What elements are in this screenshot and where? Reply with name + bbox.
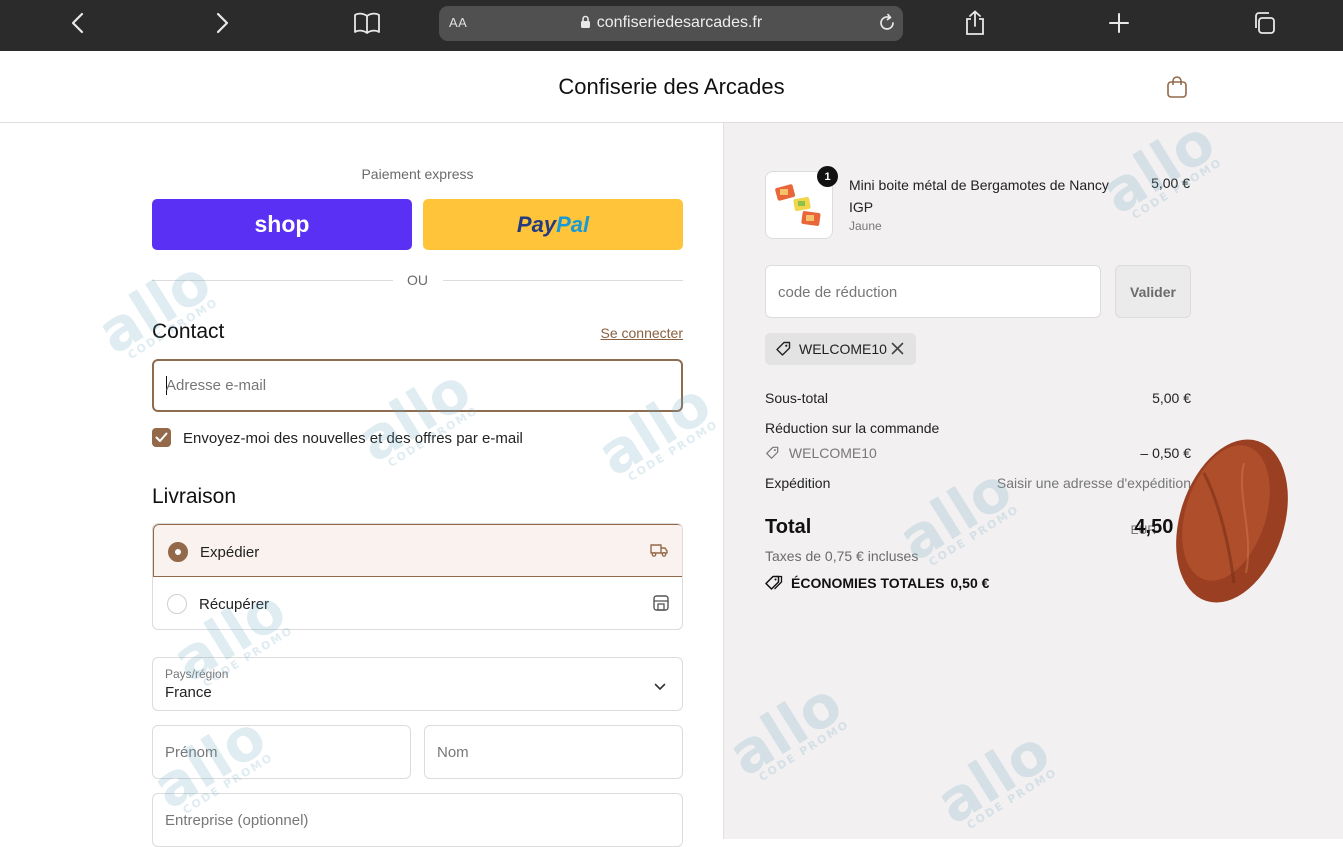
checkmark-icon <box>155 432 168 442</box>
store-header: Confiserie des Arcades <box>0 51 1343 123</box>
shipping-label: Expédition <box>765 475 831 491</box>
truck-icon <box>649 542 669 563</box>
email-field[interactable]: Adresse e-mail <box>152 359 683 412</box>
browser-toolbar: AA confiseriedesarcades.fr <box>0 0 1343 51</box>
discount-placeholder: code de réduction <box>778 284 898 301</box>
first-name-field[interactable]: Prénom <box>152 725 411 779</box>
validate-discount-button[interactable]: Valider <box>1115 265 1191 318</box>
taxes-note: Taxes de 0,75 € incluses <box>765 548 919 564</box>
paypal-logo-pay: Pay <box>516 211 557 237</box>
product-price: 5,00 € <box>1151 175 1190 191</box>
total-savings: ÉCONOMIES TOTALES 0,50 € <box>765 575 989 594</box>
quantity-badge: 1 <box>817 166 838 187</box>
or-label: OU <box>407 272 428 288</box>
contact-heading: Contact <box>152 320 225 343</box>
delivery-heading: Livraison <box>152 485 237 508</box>
subtotal-value: 5,00 € <box>1152 390 1191 406</box>
savings-label: ÉCONOMIES TOTALES <box>791 575 945 591</box>
remove-discount-icon[interactable] <box>891 342 904 360</box>
address-bar[interactable]: AA confiseriedesarcades.fr <box>439 6 903 41</box>
shop-pay-logo: shop <box>254 211 310 237</box>
product-name: Mini boite métal de Bergamotes de Nancy … <box>849 177 1109 215</box>
total-label: Total <box>765 516 812 538</box>
ship-radio[interactable] <box>168 542 188 562</box>
shipping-value: Saisir une adresse d'expédition <box>996 475 1191 491</box>
newsletter-checkbox[interactable] <box>152 428 171 447</box>
pickup-label: Récupérer <box>199 596 270 613</box>
delivery-option-ship[interactable]: Expédier <box>153 524 682 577</box>
checkout-form: Paiement express shop Pay Pal OU Contact … <box>0 123 723 847</box>
order-summary: 1 Mini boite métal de Bergamotes de Nanc… <box>717 107 1343 839</box>
last-name-placeholder: Nom <box>437 744 469 761</box>
store-icon <box>652 594 670 617</box>
paypal-button[interactable]: Pay Pal <box>423 199 683 250</box>
lock-icon <box>580 15 591 34</box>
order-discount-label: Réduction sur la commande <box>765 420 940 436</box>
product-variant: Jaune <box>849 219 882 233</box>
country-value: France <box>165 684 212 701</box>
store-name[interactable]: Confiserie des Arcades <box>0 74 1343 100</box>
savings-value: 0,50 € <box>950 575 990 591</box>
email-placeholder: Adresse e-mail <box>166 377 267 394</box>
cocoa-bean-image <box>1176 439 1288 603</box>
tag-icon <box>775 341 791 362</box>
discount-code-name: WELCOME10 <box>788 445 877 461</box>
ship-label: Expédier <box>200 544 260 561</box>
share-icon[interactable] <box>960 8 990 38</box>
cart-bag-icon[interactable] <box>1166 75 1188 104</box>
applied-code: WELCOME10 <box>799 341 887 357</box>
watermark-logo: allo CODE PROMO <box>85 246 223 368</box>
discount-tag-icon <box>765 445 789 461</box>
or-divider: OU <box>152 271 683 291</box>
last-name-field[interactable]: Nom <box>424 725 683 779</box>
chevron-down-icon <box>654 678 666 696</box>
applied-discount-chip: WELCOME10 <box>765 333 916 365</box>
back-icon[interactable] <box>63 8 93 38</box>
savings-tag-icon <box>765 575 783 594</box>
first-name-placeholder: Prénom <box>165 744 218 761</box>
new-tab-icon[interactable] <box>1104 8 1134 38</box>
shipping-row: Expédition Saisir une adresse d'expéditi… <box>765 475 1191 491</box>
country-label: Pays/région <box>165 667 229 681</box>
url-text: confiseriedesarcades.fr <box>596 14 763 31</box>
reload-icon[interactable] <box>877 13 897 38</box>
pickup-radio[interactable] <box>167 594 187 614</box>
delivery-option-pickup[interactable]: Récupérer <box>153 577 682 629</box>
tabs-overview-icon[interactable] <box>1249 8 1279 38</box>
watermark-logo: allo CODE PROMO <box>924 716 1062 838</box>
country-select[interactable]: Pays/région France <box>152 657 683 711</box>
watermark-logo: allo CODE PROMO <box>716 668 854 790</box>
login-link[interactable]: Se connecter <box>601 325 684 341</box>
discount-code-input[interactable]: code de réduction <box>765 265 1101 318</box>
discount-code-row: WELCOME10 – 0,50 € <box>765 445 1191 461</box>
subtotal-row: Sous-total 5,00 € <box>765 390 1191 406</box>
express-checkout-label: Paiement express <box>361 166 474 182</box>
delivery-method-group: Expédier Récupérer <box>152 523 683 630</box>
company-placeholder: Entreprise (optionnel) <box>165 812 309 829</box>
shop-pay-button[interactable]: shop <box>152 199 412 250</box>
subtotal-label: Sous-total <box>765 390 829 406</box>
newsletter-label[interactable]: Envoyez-moi des nouvelles et des offres … <box>183 430 523 447</box>
paypal-logo-pal: Pal <box>556 211 590 237</box>
order-discount-row: Réduction sur la commande <box>765 420 1191 436</box>
bookmarks-icon[interactable] <box>352 8 382 38</box>
forward-icon[interactable] <box>207 8 237 38</box>
